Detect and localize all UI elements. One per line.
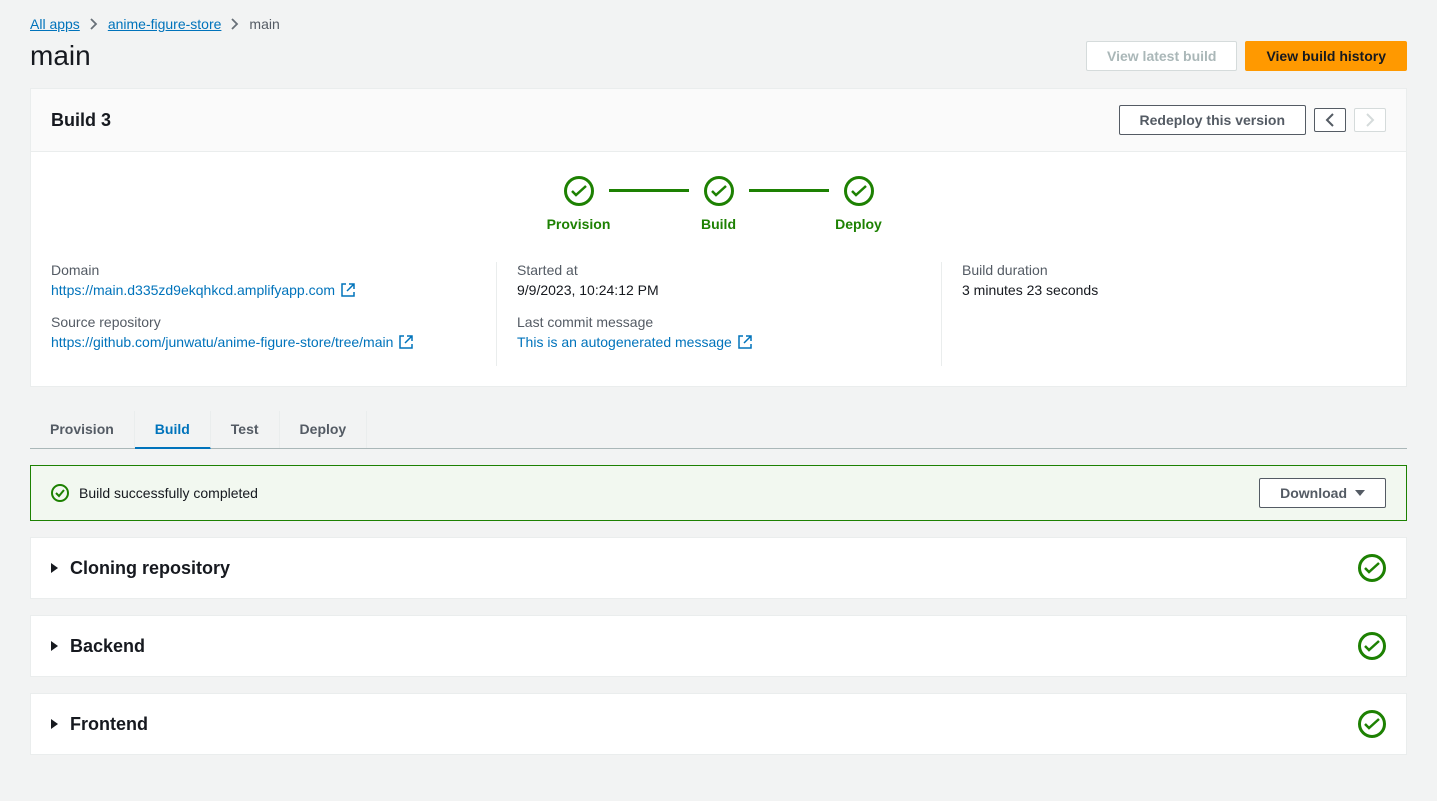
stage-label: Deploy — [835, 216, 882, 232]
banner-message: Build successfully completed — [79, 485, 258, 501]
tab-provision[interactable]: Provision — [30, 411, 135, 448]
breadcrumb-all-apps[interactable]: All apps — [30, 16, 80, 32]
info-col-mid: Started at 9/9/2023, 10:24:12 PM Last co… — [496, 262, 941, 366]
breadcrumb-current: main — [249, 16, 279, 32]
breadcrumb-app[interactable]: anime-figure-store — [108, 16, 222, 32]
view-build-history-button[interactable]: View build history — [1245, 41, 1407, 71]
step-title: Cloning repository — [70, 558, 230, 579]
duration-label: Build duration — [962, 262, 1366, 278]
success-check-icon — [1358, 632, 1386, 660]
stage-label: Build — [701, 216, 736, 232]
stage-provision[interactable]: Provision — [519, 176, 639, 232]
chevron-right-icon — [90, 18, 98, 30]
caret-right-icon — [51, 641, 58, 651]
header-actions: View latest build View build history — [1086, 41, 1407, 71]
build-card: Build 3 Redeploy this version Provision — [30, 88, 1407, 387]
build-success-banner: Build successfully completed Download — [30, 465, 1407, 521]
info-col-left: Domain https://main.d335zd9ekqhkcd.ampli… — [51, 262, 496, 366]
pipeline-connector — [609, 189, 689, 192]
domain-link[interactable]: https://main.d335zd9ekqhkcd.amplifyapp.c… — [51, 282, 355, 298]
info-col-right: Build duration 3 minutes 23 seconds — [941, 262, 1386, 366]
tab-build[interactable]: Build — [135, 411, 211, 449]
step-cloning-repository[interactable]: Cloning repository — [30, 537, 1407, 599]
success-check-icon — [1358, 710, 1386, 738]
external-link-icon — [341, 283, 355, 297]
step-title: Backend — [70, 636, 145, 657]
started-at-value: 9/9/2023, 10:24:12 PM — [517, 282, 921, 298]
page-header: main View latest build View build histor… — [30, 40, 1407, 72]
step-backend[interactable]: Backend — [30, 615, 1407, 677]
chevron-left-icon — [1325, 113, 1335, 127]
success-check-icon — [564, 176, 594, 206]
page-title: main — [30, 40, 91, 72]
success-check-icon — [1358, 554, 1386, 582]
success-check-icon — [51, 484, 69, 502]
chevron-right-icon — [231, 18, 239, 30]
prev-build-button[interactable] — [1314, 108, 1346, 132]
source-repo-link[interactable]: https://github.com/junwatu/anime-figure-… — [51, 334, 413, 350]
caret-down-icon — [1355, 490, 1365, 496]
chevron-right-icon — [1365, 113, 1375, 127]
caret-right-icon — [51, 563, 58, 573]
external-link-icon — [738, 335, 752, 349]
build-card-actions: Redeploy this version — [1119, 105, 1386, 135]
view-latest-build-button[interactable]: View latest build — [1086, 41, 1237, 71]
domain-label: Domain — [51, 262, 476, 278]
pipeline: Provision Build Deploy — [31, 152, 1406, 242]
caret-right-icon — [51, 719, 58, 729]
step-frontend[interactable]: Frontend — [30, 693, 1407, 755]
success-check-icon — [844, 176, 874, 206]
source-repo-label: Source repository — [51, 314, 476, 330]
external-link-icon — [399, 335, 413, 349]
step-title: Frontend — [70, 714, 148, 735]
pipeline-connector — [749, 189, 829, 192]
started-at-label: Started at — [517, 262, 921, 278]
build-card-header: Build 3 Redeploy this version — [31, 89, 1406, 152]
build-info: Domain https://main.d335zd9ekqhkcd.ampli… — [31, 242, 1406, 386]
tab-test[interactable]: Test — [211, 411, 280, 448]
breadcrumb: All apps anime-figure-store main — [30, 16, 1407, 32]
duration-value: 3 minutes 23 seconds — [962, 282, 1366, 298]
stage-build[interactable]: Build — [659, 176, 779, 232]
build-tabs: Provision Build Test Deploy — [30, 411, 1407, 449]
stage-deploy[interactable]: Deploy — [799, 176, 919, 232]
download-button[interactable]: Download — [1259, 478, 1386, 508]
commit-msg-label: Last commit message — [517, 314, 921, 330]
success-check-icon — [704, 176, 734, 206]
build-card-title: Build 3 — [51, 110, 111, 131]
stage-label: Provision — [547, 216, 611, 232]
redeploy-button[interactable]: Redeploy this version — [1119, 105, 1306, 135]
tab-deploy[interactable]: Deploy — [280, 411, 368, 448]
next-build-button — [1354, 108, 1386, 132]
commit-msg-link[interactable]: This is an autogenerated message — [517, 334, 752, 350]
